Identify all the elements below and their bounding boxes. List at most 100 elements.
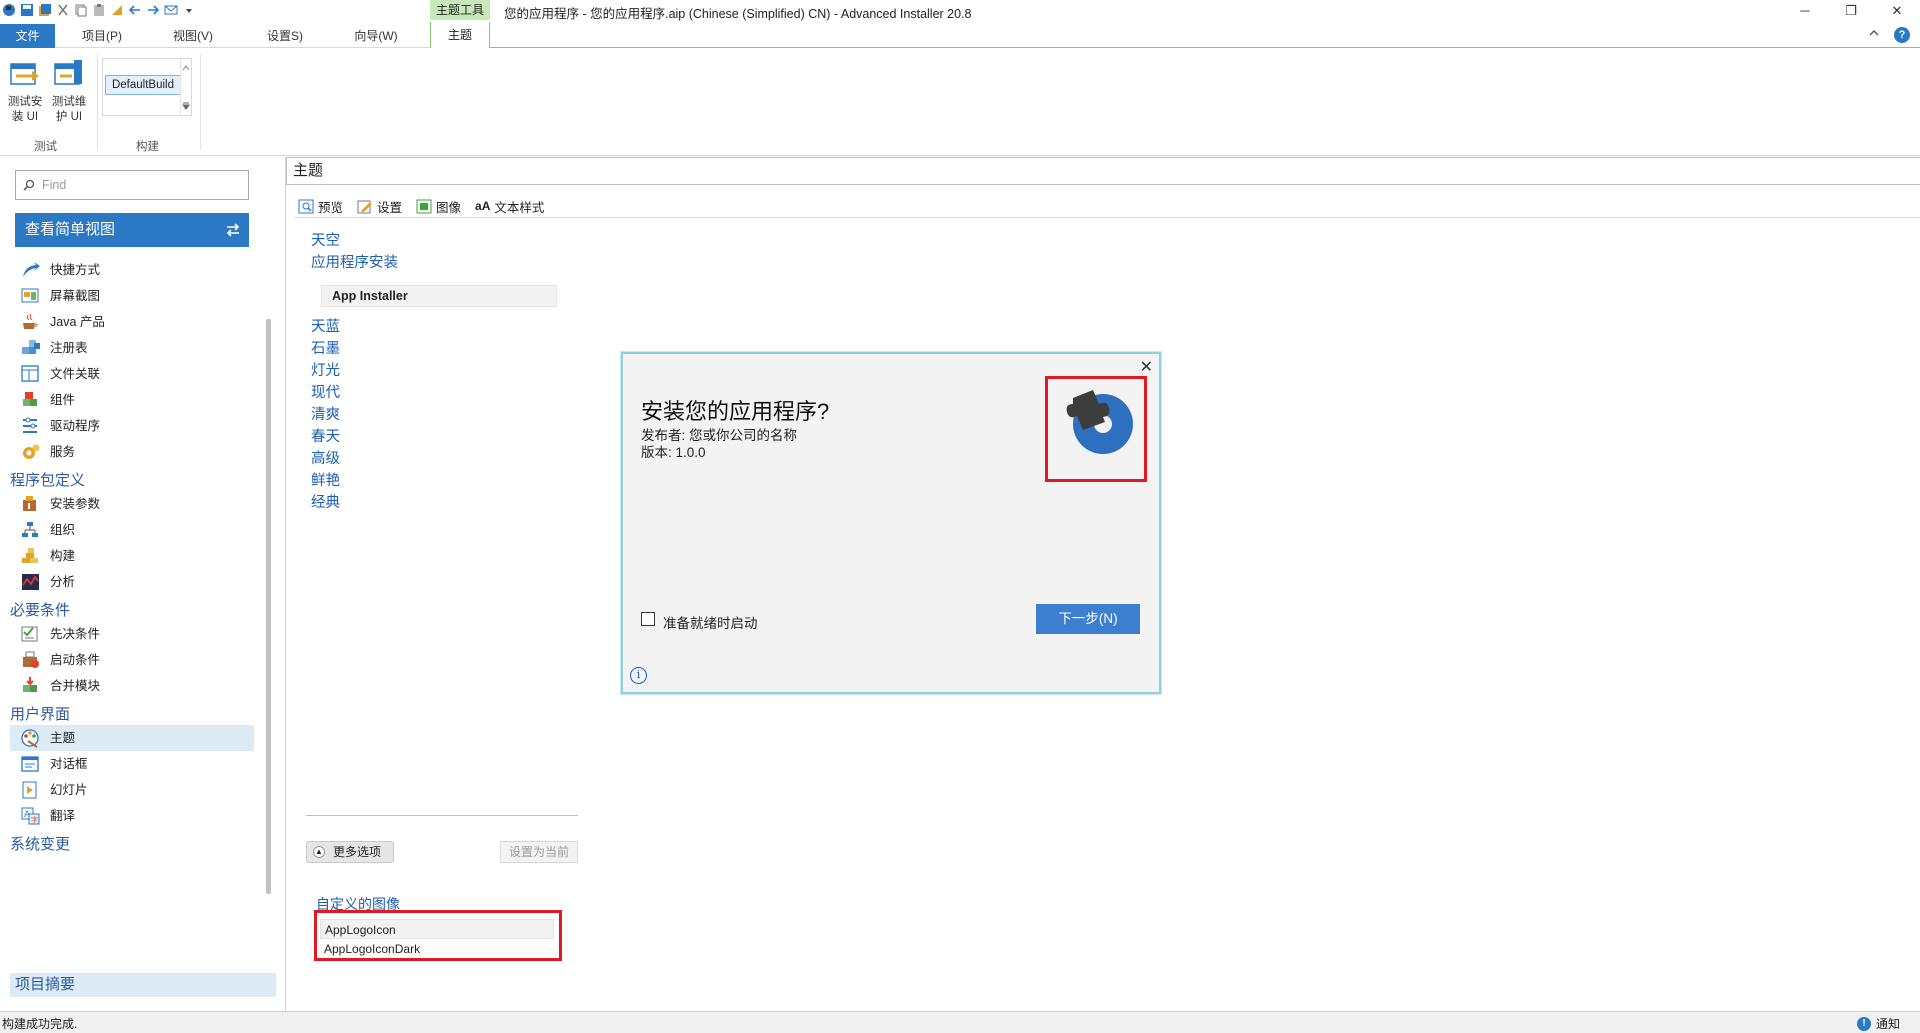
tab-file[interactable]: 文件 xyxy=(0,24,55,48)
nav-item-prerequisites[interactable]: 先决条件 xyxy=(20,621,255,647)
info-icon[interactable]: i xyxy=(630,667,647,684)
nav-item-label: 主题 xyxy=(50,731,76,745)
title-bar: 主题工具 您的应用程序 - 您的应用程序.aip (Chinese (Simpl… xyxy=(0,0,1920,22)
minimize-button[interactable]: ─ xyxy=(1782,0,1828,22)
nav-item-translations[interactable]: A字 翻译 xyxy=(20,803,255,829)
nav-item-merge-modules[interactable]: 合并模块 xyxy=(20,673,255,699)
simple-view-button[interactable]: 查看简单视图 xyxy=(15,213,249,247)
nav-item-label: 先决条件 xyxy=(50,627,101,641)
app-window: 主题工具 您的应用程序 - 您的应用程序.aip (Chinese (Simpl… xyxy=(0,0,1920,1033)
theme-item[interactable]: 鲜艳 xyxy=(311,469,340,490)
nav-scrollbar[interactable] xyxy=(266,319,271,894)
driver-icon xyxy=(23,417,37,433)
app-logo-icon xyxy=(3,4,15,16)
build-config-selected[interactable]: DefaultBuild xyxy=(105,75,181,95)
theme-item[interactable]: 天空 xyxy=(311,229,340,250)
tab-theme-settings[interactable]: 设置 xyxy=(357,197,402,216)
nav-item-label: 合并模块 xyxy=(50,679,101,693)
save-all-icon[interactable] xyxy=(38,3,52,17)
gallery-more-icon[interactable] xyxy=(182,101,190,111)
launch-when-ready-checkbox[interactable] xyxy=(641,612,655,626)
tab-view[interactable]: 视图(V) xyxy=(165,25,221,47)
paste-icon[interactable] xyxy=(92,3,106,17)
test-maintenance-ui-label: 测试维护 UI xyxy=(51,96,87,123)
dialog-title: 安装您的应用程序? xyxy=(641,399,830,424)
undo-icon[interactable] xyxy=(128,3,142,17)
preview-icon xyxy=(298,199,314,213)
theme-item[interactable]: 灯光 xyxy=(311,359,340,380)
help-icon[interactable]: ? xyxy=(1894,27,1910,43)
theme-item[interactable]: 天蓝 xyxy=(311,315,340,336)
theme-palette-icon xyxy=(21,729,39,748)
nav-section-user-interface[interactable]: 用户界面 xyxy=(10,703,70,724)
nav-section-prerequisites[interactable]: 必要条件 xyxy=(10,599,70,620)
nav-item-launch-conditions[interactable]: 启动条件 xyxy=(20,647,255,673)
collapse-ribbon-icon[interactable] xyxy=(1868,28,1880,38)
search-input[interactable]: Find xyxy=(15,170,249,200)
tab-theme[interactable]: 主题 xyxy=(430,22,490,49)
nav-item-label: 翻译 xyxy=(50,809,76,823)
dialog-close-icon[interactable]: ✕ xyxy=(1140,357,1153,377)
theme-subtabs: 预览 设置 图像 aA 文本样式 xyxy=(298,195,544,217)
nav-item-organization[interactable]: 组织 xyxy=(20,517,255,543)
nav-item-analysis[interactable]: 分析 xyxy=(20,569,255,595)
nav-item-drivers[interactable]: 驱动程序 xyxy=(20,413,255,439)
launch-when-ready-label: 准备就绪时启动 xyxy=(663,616,758,631)
more-options-button[interactable]: ▲ 更多选项 xyxy=(306,841,394,863)
nav-item-install-parameters[interactable]: 安装参数 xyxy=(20,491,255,517)
tab-images[interactable]: 图像 xyxy=(416,197,461,216)
next-button[interactable]: 下一步(N) xyxy=(1036,604,1140,634)
theme-item[interactable]: 高级 xyxy=(311,447,340,468)
mail-icon[interactable] xyxy=(164,3,178,17)
restore-button[interactable]: ❐ xyxy=(1828,0,1874,22)
gallery-up-icon[interactable] xyxy=(182,63,190,73)
tab-preview[interactable]: 预览 xyxy=(298,197,343,216)
theme-item[interactable]: 应用程序安装 xyxy=(311,251,398,272)
nav-item-label: Java 产品 xyxy=(50,315,105,329)
nav-item-slideshow[interactable]: 幻灯片 xyxy=(20,777,255,803)
gallery-scroll[interactable] xyxy=(180,59,191,115)
qat-dropdown-icon[interactable] xyxy=(182,3,196,17)
nav-item-label: 分析 xyxy=(50,575,76,589)
theme-item[interactable]: 清爽 xyxy=(311,403,340,424)
set-as-current-button[interactable]: 设置为当前 xyxy=(500,841,578,863)
theme-item[interactable]: 现代 xyxy=(311,381,340,402)
nav-item-label: 注册表 xyxy=(50,341,88,355)
registry-icon xyxy=(22,340,40,354)
nav-item-registry[interactable]: 注册表 xyxy=(20,335,255,361)
nav-item-services[interactable]: 服务 xyxy=(20,439,255,465)
nav-section-system-changes[interactable]: 系统变更 xyxy=(10,833,70,854)
search-placeholder: Find xyxy=(42,178,67,192)
tab-text-styles-label: 文本样式 xyxy=(494,200,545,215)
tab-project[interactable]: 项目(P) xyxy=(74,25,130,47)
nav-item-shortcuts[interactable]: 快捷方式 xyxy=(20,257,255,283)
nav-item-dialogs[interactable]: 对话框 xyxy=(20,751,255,777)
build-icon[interactable] xyxy=(110,3,124,17)
nav-item-themes[interactable]: 主题 xyxy=(10,725,254,751)
nav-item-screenshots[interactable]: 屏幕截图 xyxy=(20,283,255,309)
test-install-ui-label: 测试安装 UI xyxy=(7,96,43,123)
ribbon-group-build-label: 构建 xyxy=(136,141,159,153)
nav-item-file-associations[interactable]: 文件关联 xyxy=(20,361,255,387)
theme-item[interactable]: 经典 xyxy=(311,491,340,512)
theme-item[interactable]: 春天 xyxy=(311,425,340,446)
save-icon[interactable] xyxy=(20,3,34,17)
tab-settings[interactable]: 设置S) xyxy=(257,25,313,47)
close-button[interactable]: ✕ xyxy=(1874,0,1920,22)
tab-wizard[interactable]: 向导(W) xyxy=(348,25,404,47)
project-summary-button[interactable]: 项目摘要 xyxy=(10,973,276,997)
theme-item[interactable]: 石墨 xyxy=(311,337,340,358)
tab-text-styles[interactable]: aA 文本样式 xyxy=(475,197,544,216)
nav-item-build[interactable]: 构建 xyxy=(20,543,255,569)
build-config-gallery[interactable]: DefaultBuild xyxy=(102,58,192,116)
nav-section-package[interactable]: 程序包定义 xyxy=(10,469,85,490)
notifications-button[interactable]: ! 通知 xyxy=(1856,1015,1900,1032)
copy-icon[interactable] xyxy=(74,3,88,17)
theme-item-selected[interactable]: App Installer xyxy=(321,285,557,307)
cut-icon[interactable] xyxy=(56,3,70,17)
nav-item-components[interactable]: 组件 xyxy=(20,387,255,413)
redo-icon[interactable] xyxy=(146,3,160,17)
nav-item-java-products[interactable]: Java 产品 xyxy=(20,309,255,335)
test-maintenance-ui-button[interactable]: 测试维护 UI xyxy=(48,58,90,125)
test-install-ui-button[interactable]: 测试安装 UI xyxy=(4,58,46,125)
